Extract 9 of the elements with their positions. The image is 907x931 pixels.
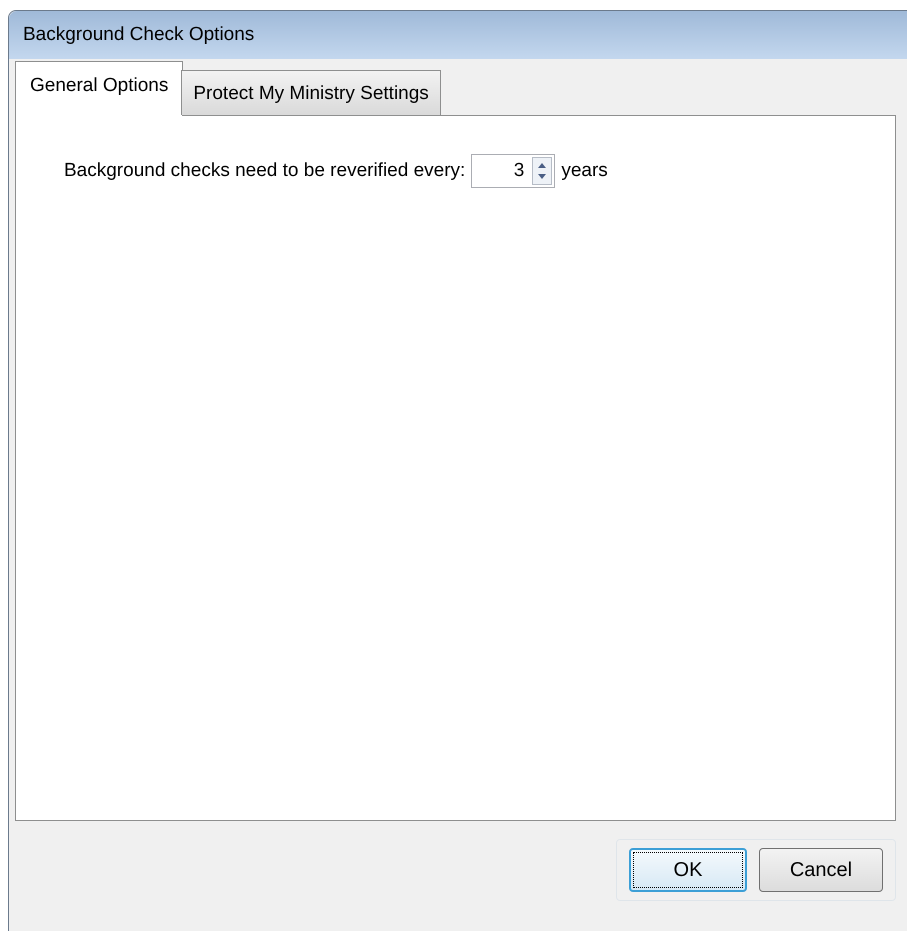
years-spinner[interactable]: 3 <box>471 154 556 188</box>
window-title: Background Check Options <box>23 22 254 47</box>
spin-arrows-icon[interactable] <box>532 157 552 185</box>
dialog-button[interactable]: Cancel <box>759 848 883 892</box>
unit-label: years <box>561 159 608 183</box>
tab[interactable]: Protect My Ministry Settings <box>181 70 441 115</box>
tab[interactable]: General Options <box>15 61 184 116</box>
dialog-button[interactable]: OK <box>629 848 747 892</box>
reverify-label: Background checks need to be reverified every: <box>64 159 466 183</box>
